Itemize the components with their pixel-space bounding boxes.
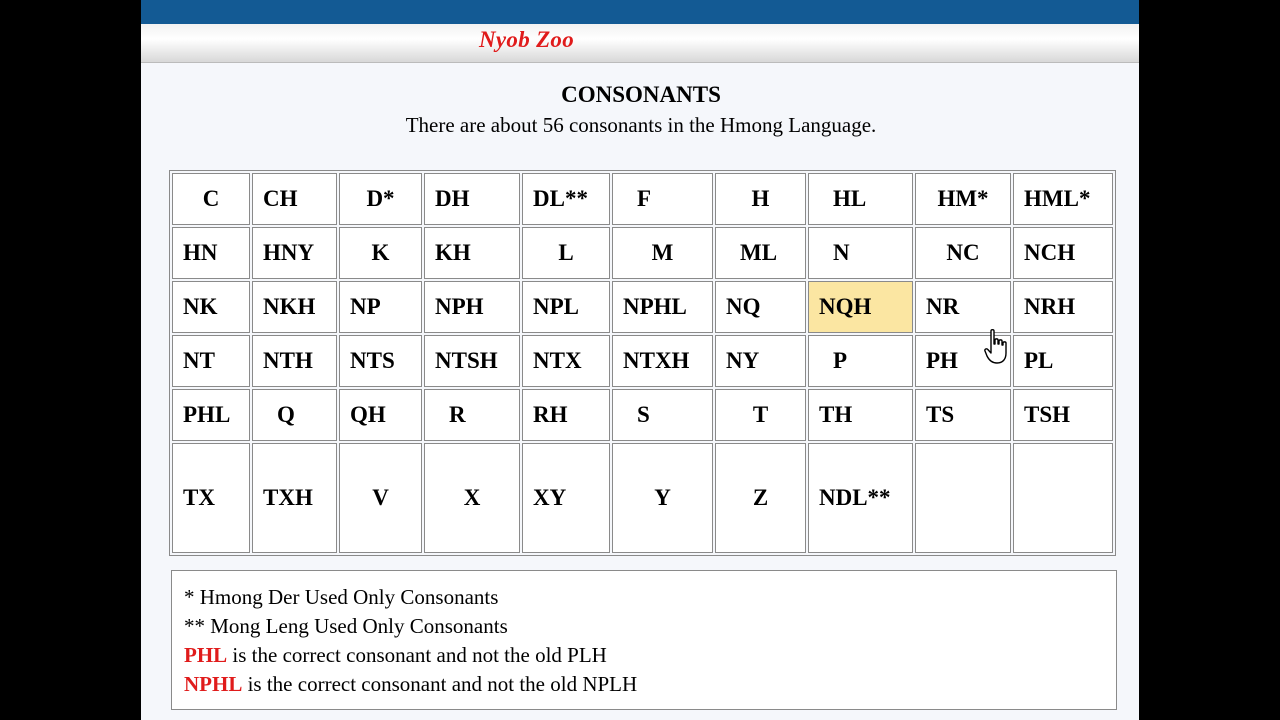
consonant-cell[interactable]: QH <box>339 389 422 441</box>
consonant-cell[interactable]: CH <box>252 173 337 225</box>
note-nphl: NPHL is the correct consonant and not th… <box>184 670 1116 699</box>
consonant-cell[interactable]: ML <box>715 227 806 279</box>
consonant-cell[interactable]: HL <box>808 173 913 225</box>
consonant-cell[interactable]: NC <box>915 227 1011 279</box>
consonant-cell[interactable]: Y <box>612 443 713 553</box>
site-title[interactable]: Nyob Zoo <box>479 27 574 53</box>
consonant-cell[interactable]: TSH <box>1013 389 1113 441</box>
consonant-cell[interactable]: XY <box>522 443 610 553</box>
consonant-cell[interactable]: PL <box>1013 335 1113 387</box>
consonant-cell[interactable]: NK <box>172 281 250 333</box>
consonant-cell[interactable]: F <box>612 173 713 225</box>
consonant-cell[interactable]: L <box>522 227 610 279</box>
consonant-cell-empty <box>1013 443 1113 553</box>
consonant-cell[interactable]: H <box>715 173 806 225</box>
consonant-cell[interactable]: HNY <box>252 227 337 279</box>
consonant-cell[interactable]: NKH <box>252 281 337 333</box>
consonant-cell[interactable]: NRH <box>1013 281 1113 333</box>
table-row: C CH D* DH DL** F H HL HM* HML* <box>172 173 1113 225</box>
consonant-cell[interactable]: NQ <box>715 281 806 333</box>
consonant-cell[interactable]: DL** <box>522 173 610 225</box>
table-row: NT NTH NTS NTSH NTX NTXH NY P PH PL <box>172 335 1113 387</box>
note-hmong-der: * Hmong Der Used Only Consonants <box>184 585 499 609</box>
consonant-cell[interactable]: R <box>424 389 520 441</box>
consonant-cell[interactable]: Z <box>715 443 806 553</box>
consonant-cell[interactable]: HN <box>172 227 250 279</box>
page: Nyob Zoo CONSONANTS There are about 56 c… <box>141 0 1139 720</box>
consonant-cell[interactable]: NPH <box>424 281 520 333</box>
consonant-cell[interactable]: NP <box>339 281 422 333</box>
consonant-cell[interactable]: T <box>715 389 806 441</box>
note-nphl-term: NPHL <box>184 672 243 696</box>
table-row: NK NKH NP NPH NPL NPHL NQ NQH NR NRH <box>172 281 1113 333</box>
consonant-cell[interactable]: HM* <box>915 173 1011 225</box>
consonant-cell[interactable]: C <box>172 173 250 225</box>
consonant-cell[interactable]: NTXH <box>612 335 713 387</box>
consonant-cell[interactable]: TH <box>808 389 913 441</box>
consonant-cell[interactable]: V <box>339 443 422 553</box>
note-nphl-text: is the correct consonant and not the old… <box>242 672 638 696</box>
consonant-cell[interactable]: X <box>424 443 520 553</box>
notes-box: * Hmong Der Used Only Consonants ** Mong… <box>171 570 1117 710</box>
table-row: HN HNY K KH L M ML N NC NCH <box>172 227 1113 279</box>
consonant-cell[interactable]: D* <box>339 173 422 225</box>
consonant-cell-empty <box>915 443 1011 553</box>
consonant-cell[interactable]: PHL <box>172 389 250 441</box>
consonant-cell[interactable]: KH <box>424 227 520 279</box>
consonant-cell[interactable]: HML* <box>1013 173 1113 225</box>
consonant-cell[interactable]: S <box>612 389 713 441</box>
consonant-cell[interactable]: NY <box>715 335 806 387</box>
consonant-cell[interactable]: NDL** <box>808 443 913 553</box>
consonant-cell[interactable]: P <box>808 335 913 387</box>
note-mong-leng: ** Mong Leng Used Only Consonants <box>184 614 508 638</box>
note-phl-term: PHL <box>184 643 228 667</box>
consonant-cell[interactable]: K <box>339 227 422 279</box>
consonant-cell[interactable]: M <box>612 227 713 279</box>
page-heading: CONSONANTS <box>561 82 721 107</box>
consonant-cell[interactable]: TS <box>915 389 1011 441</box>
consonant-cell[interactable]: NPHL <box>612 281 713 333</box>
table-row: PHL Q QH R RH S T TH TS TSH <box>172 389 1113 441</box>
title-bar: Nyob Zoo <box>141 24 1139 63</box>
note-phl-text: is the correct consonant and not the old… <box>227 643 607 667</box>
consonant-cell[interactable]: NR <box>915 281 1011 333</box>
consonant-cell[interactable]: RH <box>522 389 610 441</box>
top-bar <box>141 0 1139 24</box>
consonant-cell[interactable]: TXH <box>252 443 337 553</box>
consonant-cell[interactable]: Q <box>252 389 337 441</box>
consonant-cell[interactable]: DH <box>424 173 520 225</box>
consonant-cell[interactable]: NTH <box>252 335 337 387</box>
hand-pointer-icon <box>984 329 1007 364</box>
consonant-cell[interactable]: NTSH <box>424 335 520 387</box>
consonant-cell[interactable]: NPL <box>522 281 610 333</box>
note-phl: PHL is the correct consonant and not the… <box>184 641 1116 670</box>
consonant-cell[interactable]: NTS <box>339 335 422 387</box>
table-row: TX TXH V X XY Y Z NDL** <box>172 443 1113 553</box>
consonant-cell[interactable]: TX <box>172 443 250 553</box>
consonant-cell[interactable]: NCH <box>1013 227 1113 279</box>
consonant-cell[interactable]: NTX <box>522 335 610 387</box>
consonant-cell[interactable]: N <box>808 227 913 279</box>
consonant-cell-highlighted[interactable]: NQH <box>808 281 913 333</box>
consonant-cell[interactable]: NT <box>172 335 250 387</box>
consonant-table: C CH D* DH DL** F H HL HM* HML* HN HNY K… <box>169 170 1116 556</box>
page-subheading: There are about 56 consonants in the Hmo… <box>405 113 877 137</box>
